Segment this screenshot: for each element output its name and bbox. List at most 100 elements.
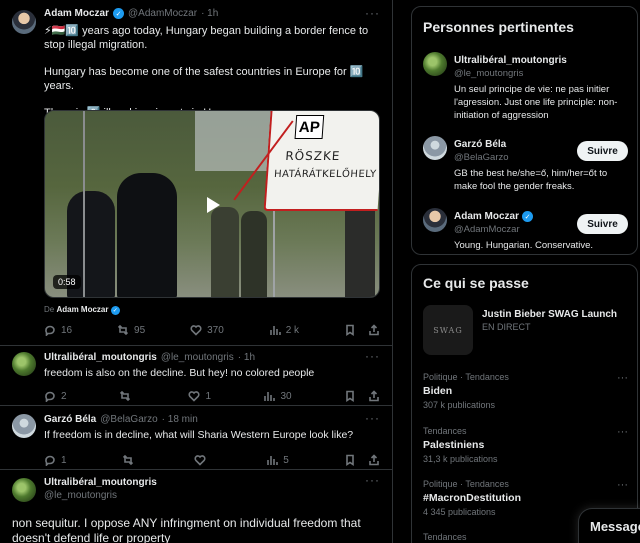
source-author[interactable]: Adam Moczar bbox=[56, 305, 108, 314]
bookmark-icon[interactable] bbox=[344, 454, 356, 466]
share-icon[interactable] bbox=[368, 390, 380, 402]
more-options-icon[interactable]: ··· bbox=[617, 479, 628, 491]
share-icon[interactable] bbox=[368, 324, 380, 336]
reply-button[interactable]: 1 bbox=[44, 454, 67, 466]
post-actions: 1 5 bbox=[44, 448, 380, 472]
video-figure bbox=[211, 207, 239, 297]
person-bio: Young. Hungarian. Conservative. bbox=[454, 240, 594, 251]
post-text: freedom is also on the decline. But hey!… bbox=[44, 367, 315, 379]
views-button[interactable]: 5 bbox=[266, 454, 289, 466]
reply-button[interactable]: 16 bbox=[44, 324, 72, 336]
more-options-icon[interactable]: ··· bbox=[617, 372, 628, 384]
more-options-icon[interactable]: ··· bbox=[365, 411, 380, 425]
post-header: Adam Moczar ✓ @AdamMoczar · 1h bbox=[44, 8, 380, 19]
main-post[interactable]: Adam Moczar ✓ @AdamMoczar · 1h ··· ⚡🇭🇺🔟 … bbox=[0, 0, 392, 346]
heart-icon bbox=[194, 455, 206, 466]
avatar[interactable] bbox=[12, 352, 36, 376]
bookmark-icon[interactable] bbox=[344, 324, 356, 336]
reply-post[interactable]: Ultralibéral_moutongris @le_moutongris ·… bbox=[0, 346, 392, 406]
post-time[interactable]: · 1h bbox=[201, 8, 218, 19]
trends-card: Ce qui se passe SWAG Justin Bieber SWAG … bbox=[411, 264, 638, 543]
person-bio: Un seul principe de vie: ne pas initier … bbox=[454, 84, 618, 121]
reply-button[interactable]: 2 bbox=[44, 390, 67, 402]
video-figure bbox=[117, 173, 177, 297]
follow-button[interactable]: Suivre bbox=[577, 214, 628, 234]
author-handle[interactable]: @le_moutongris bbox=[44, 489, 380, 502]
trend-count: 31,3 k publications bbox=[423, 454, 498, 464]
repost-button[interactable] bbox=[119, 390, 136, 402]
reply-post[interactable]: Garzó Béla @BelaGarzo · 18 min ··· If fr… bbox=[0, 406, 392, 470]
video-sign: AP RÖSZKE HATÁRÁTKELŐHELY bbox=[233, 111, 379, 211]
ap-logo: AP bbox=[294, 115, 325, 139]
messages-drawer[interactable]: Message bbox=[578, 508, 640, 543]
post-time[interactable]: · 1h bbox=[238, 352, 255, 363]
avatar[interactable] bbox=[423, 208, 447, 232]
author-handle[interactable]: @AdamMoczar bbox=[128, 8, 197, 19]
repost-button[interactable] bbox=[122, 454, 139, 466]
follow-button[interactable]: Suivre bbox=[577, 141, 628, 161]
play-button[interactable] bbox=[199, 191, 227, 219]
views-chart-icon bbox=[264, 392, 276, 401]
play-icon bbox=[207, 197, 220, 213]
trend-name: #MacronDestitution bbox=[423, 492, 522, 504]
messages-label: Message bbox=[590, 519, 640, 534]
event-row[interactable]: SWAG Justin Bieber SWAG Launch EN DIRECT bbox=[412, 303, 639, 359]
person-name[interactable]: Ultralibéral_moutongris bbox=[454, 55, 567, 66]
more-options-icon[interactable]: ··· bbox=[365, 6, 380, 20]
author-name[interactable]: Ultralibéral_moutongris bbox=[44, 476, 380, 489]
action-group bbox=[344, 324, 380, 336]
avatar[interactable] bbox=[423, 52, 447, 76]
relevant-people-card: Personnes pertinentes Ultralibéral_mouto… bbox=[411, 6, 638, 255]
author-name[interactable]: Garzó Béla bbox=[44, 414, 96, 425]
person-bio: GB the best he/she=ő, him/her=őt to make… bbox=[454, 168, 608, 192]
avatar[interactable] bbox=[423, 136, 447, 160]
avatar[interactable] bbox=[12, 10, 36, 34]
post-text: non sequitur. I oppose ANY infringment o… bbox=[12, 516, 361, 543]
trend-category: Politique · Tendances bbox=[423, 372, 509, 382]
event-name[interactable]: Justin Bieber SWAG Launch bbox=[482, 309, 617, 320]
avatar[interactable] bbox=[12, 414, 36, 438]
action-group bbox=[344, 390, 380, 402]
post-actions: 16 95 370 2 k bbox=[44, 318, 380, 342]
verified-badge-icon: ✓ bbox=[522, 211, 534, 222]
video-player[interactable]: AP RÖSZKE HATÁRÁTKELŐHELY 0:58 bbox=[44, 110, 380, 298]
verified-badge-icon: ✓ bbox=[110, 306, 120, 315]
author-handle[interactable]: @BelaGarzo bbox=[100, 414, 157, 425]
person-handle[interactable]: @le_moutongris bbox=[454, 68, 523, 79]
person-row[interactable]: Ultralibéral_moutongris @le_moutongris U… bbox=[412, 49, 639, 129]
repost-button[interactable]: 95 bbox=[117, 324, 145, 336]
repost-icon bbox=[122, 454, 133, 466]
post-text: If freedom is in decline, what will Shar… bbox=[44, 429, 354, 441]
like-button[interactable]: 1 bbox=[188, 390, 211, 402]
person-name[interactable]: Adam Moczar bbox=[454, 211, 519, 222]
author-handle[interactable]: @le_moutongris bbox=[161, 352, 234, 363]
trend-item[interactable]: Tendances Palestiniens 31,3 k publicatio… bbox=[423, 426, 628, 472]
action-group bbox=[344, 454, 380, 466]
views-button[interactable]: 2 k bbox=[269, 324, 299, 336]
views-button[interactable]: 30 bbox=[263, 390, 292, 402]
more-options-icon[interactable]: ··· bbox=[365, 473, 380, 487]
video-figure bbox=[241, 211, 267, 297]
person-row[interactable]: Adam Moczar ✓ @AdamMoczar Suivre Young. … bbox=[412, 205, 639, 253]
post-text: ⚡🇭🇺🔟 years ago today, Hungary began buil… bbox=[44, 25, 369, 119]
author-name[interactable]: Adam Moczar bbox=[44, 8, 109, 19]
person-row[interactable]: Garzó Béla @BelaGarzo Suivre GB the best… bbox=[412, 133, 639, 193]
post-time[interactable]: · 18 min bbox=[162, 414, 198, 425]
avatar[interactable] bbox=[12, 478, 36, 502]
views-chart-icon bbox=[267, 456, 279, 465]
more-options-icon[interactable]: ··· bbox=[365, 349, 380, 363]
more-options-icon[interactable]: ··· bbox=[617, 426, 628, 438]
trend-count: 307 k publications bbox=[423, 400, 496, 410]
author-name[interactable]: Ultralibéral_moutongris bbox=[44, 352, 157, 363]
video-figure bbox=[345, 201, 375, 297]
reply-post-expanded[interactable]: Ultralibéral_moutongris @le_moutongris ·… bbox=[0, 470, 392, 543]
like-button[interactable] bbox=[194, 454, 211, 466]
bookmark-icon[interactable] bbox=[344, 390, 356, 402]
person-name[interactable]: Garzó Béla bbox=[454, 139, 506, 150]
person-handle[interactable]: @AdamMoczar bbox=[454, 224, 520, 235]
like-button[interactable]: 370 bbox=[190, 324, 224, 336]
trend-item[interactable]: Politique · Tendances Biden 307 k public… bbox=[423, 372, 628, 418]
person-handle[interactable]: @BelaGarzo bbox=[454, 152, 509, 163]
share-icon[interactable] bbox=[368, 454, 380, 466]
event-thumbnail: SWAG bbox=[423, 305, 473, 355]
